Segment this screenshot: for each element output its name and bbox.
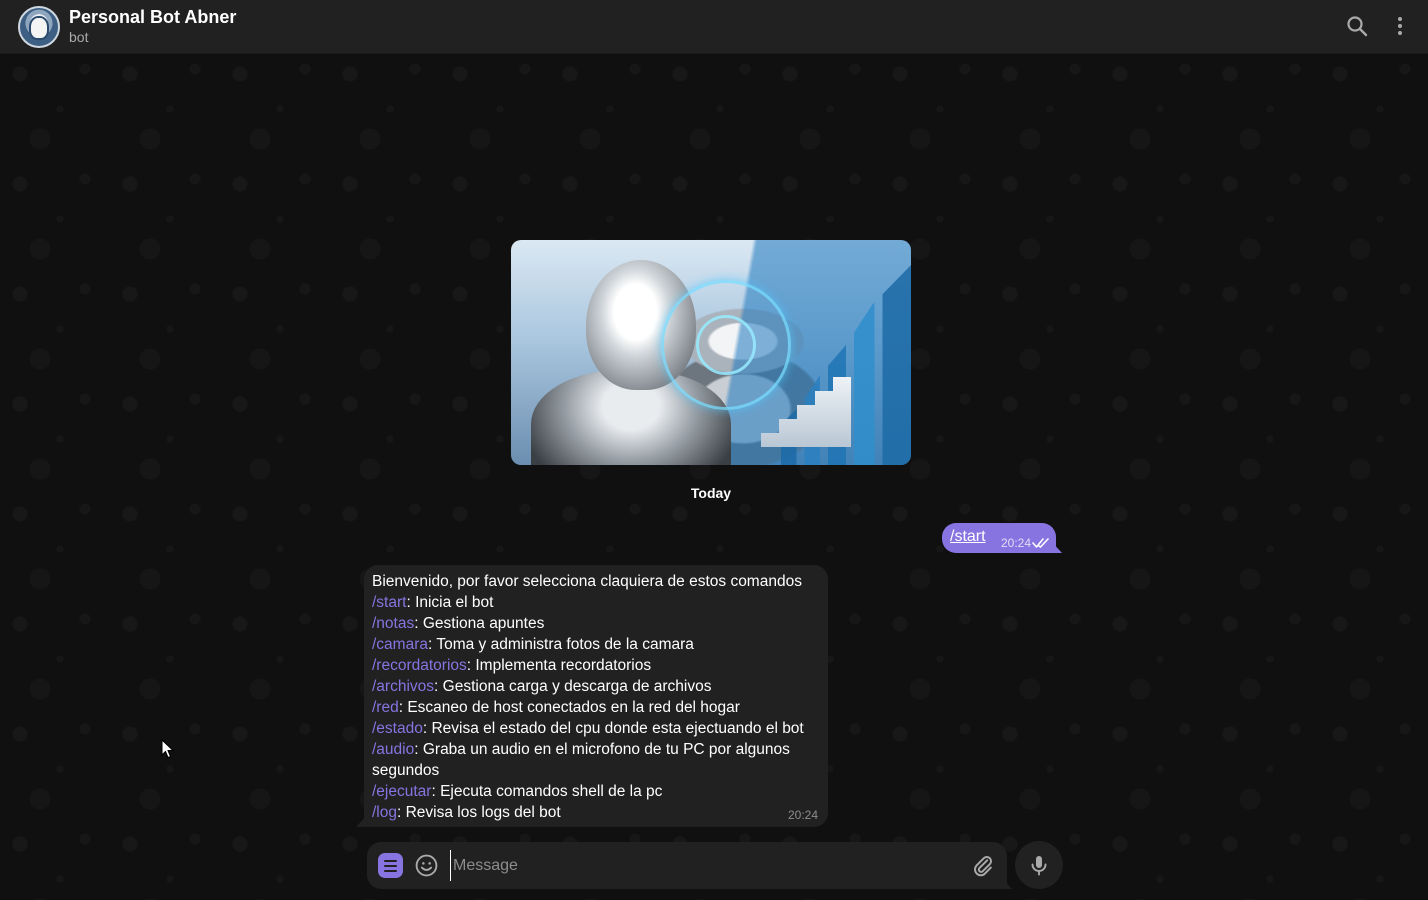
incoming-message-time: 20:24	[787, 808, 818, 822]
command-link[interactable]: /camara	[372, 636, 428, 653]
command-description: : Revisa los logs del bot	[397, 804, 561, 821]
command-description: : Graba un audio en el microfono de tu P…	[372, 741, 790, 779]
incoming-message-text: Bienvenido, por favor selecciona claquie…	[372, 571, 820, 823]
command-line: /audio: Graba un audio en el microfono d…	[372, 739, 820, 781]
command-link[interactable]: /archivos	[372, 678, 434, 695]
bot-description-image[interactable]	[511, 240, 911, 465]
command-line: /notas: Gestiona apuntes	[372, 613, 820, 634]
message-intro: Bienvenido, por favor selecciona claquie…	[372, 573, 802, 590]
command-line: /archivos: Gestiona carga y descarga de …	[372, 676, 820, 697]
attach-icon[interactable]	[970, 853, 995, 878]
outgoing-message-text[interactable]: /start	[950, 528, 986, 546]
more-vertical-icon[interactable]	[1388, 14, 1412, 38]
command-description: : Implementa recordatorios	[466, 657, 652, 674]
chat-title[interactable]: Personal Bot Abner	[69, 7, 236, 28]
command-line: /estado: Revisa el estado del cpu donde …	[372, 718, 820, 739]
command-line: /start: Inicia el bot	[372, 592, 820, 613]
emoji-icon[interactable]	[414, 853, 439, 878]
command-line: /log: Revisa los logs del bot	[372, 802, 820, 823]
command-description: : Ejecuta comandos shell de la pc	[431, 783, 663, 800]
double-check-icon	[1032, 538, 1049, 548]
command-line: /red: Escaneo de host conectados en la r…	[372, 697, 820, 718]
command-line: /ejecutar: Ejecuta comandos shell de la …	[372, 781, 820, 802]
command-description: : Gestiona apuntes	[414, 615, 545, 632]
search-icon[interactable]	[1345, 14, 1369, 38]
message-input[interactable]	[450, 850, 950, 881]
chat-subtitle: bot	[69, 29, 89, 45]
chat-header: Personal Bot Abner bot	[0, 0, 1428, 54]
command-line: /recordatorios: Implementa recordatorios	[372, 655, 820, 676]
command-link[interactable]: /log	[372, 804, 397, 821]
outgoing-message-time: 20:24	[1001, 536, 1032, 550]
voice-record-button[interactable]	[1015, 841, 1063, 889]
command-link[interactable]: /audio	[372, 741, 414, 758]
command-link[interactable]: /red	[372, 699, 399, 716]
command-description: : Gestiona carga y descarga de archivos	[434, 678, 712, 695]
command-description: : Toma y administra fotos de la camara	[428, 636, 694, 653]
command-link[interactable]: /start	[372, 594, 406, 611]
command-description: : Revisa el estado del cpu donde esta ej…	[422, 720, 804, 737]
command-description: : Inicia el bot	[406, 594, 494, 611]
date-separator: Today	[690, 485, 732, 501]
avatar[interactable]	[18, 6, 60, 48]
command-link[interactable]: /ejecutar	[372, 783, 431, 800]
bot-menu-icon[interactable]	[378, 853, 403, 878]
command-link[interactable]: /estado	[372, 720, 423, 737]
command-link[interactable]: /recordatorios	[372, 657, 467, 674]
command-line: /camara: Toma y administra fotos de la c…	[372, 634, 820, 655]
command-description: : Escaneo de host conectados en la red d…	[398, 699, 740, 716]
incoming-message[interactable]: Bienvenido, por favor selecciona claquie…	[364, 565, 828, 827]
command-link[interactable]: /notas	[372, 615, 414, 632]
mouse-cursor-icon	[161, 739, 175, 759]
microphone-icon	[1031, 856, 1047, 876]
